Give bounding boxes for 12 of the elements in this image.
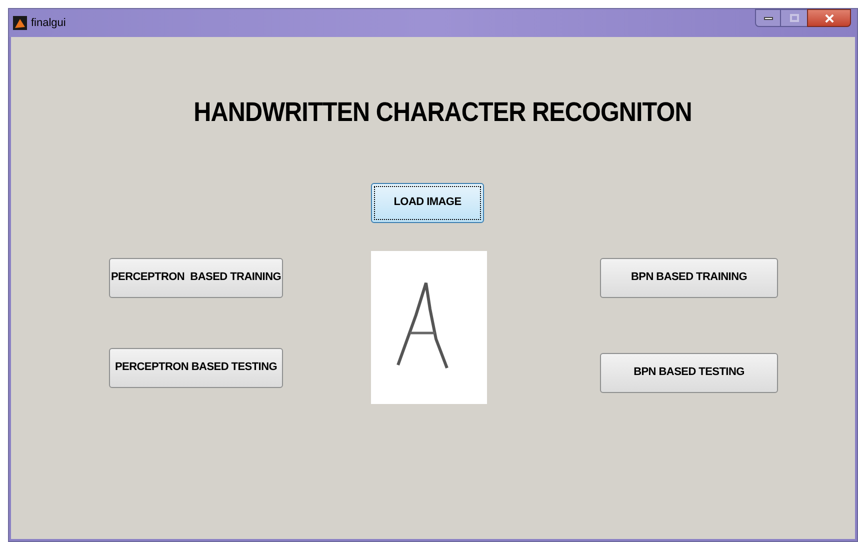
minimize-button[interactable] — [755, 9, 781, 27]
close-button[interactable] — [807, 9, 851, 27]
app-icon — [13, 16, 27, 30]
action-button[interactable]: PERCEPTRON BASED TRAINING — [109, 258, 283, 298]
load-image-button[interactable]: LOAD IMAGE — [371, 182, 484, 222]
maximize-button[interactable] — [781, 9, 807, 27]
action-button[interactable]: PERCEPTRON BASED TESTING — [109, 348, 283, 388]
action-button[interactable]: BPN BASED TRAINING — [600, 258, 778, 298]
window-title: finalgui — [31, 16, 66, 31]
page-heading: HANDWRITTEN CHARACTER RECOGNITON — [194, 96, 692, 129]
close-icon — [824, 14, 834, 22]
action-button[interactable]: BPN BASED TESTING — [600, 352, 778, 392]
